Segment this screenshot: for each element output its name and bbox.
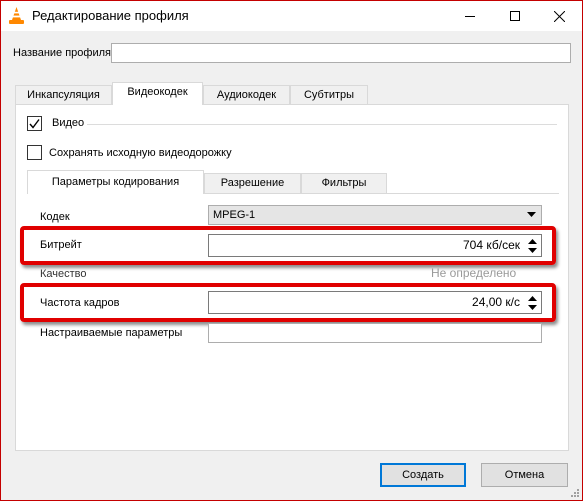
video-checkbox-label: Видео <box>52 117 85 129</box>
resize-grip-icon[interactable] <box>570 488 580 498</box>
minimize-icon <box>465 16 475 17</box>
custom-params-input[interactable] <box>208 323 542 343</box>
subtab-encoding-params[interactable]: Параметры кодирования <box>27 170 204 194</box>
bitrate-highlight-frame <box>20 226 556 265</box>
codec-select[interactable]: MPEG-1 <box>208 205 542 225</box>
profile-editor-window: Редактирование профиля Название профиля … <box>0 0 583 501</box>
window-title: Редактирование профиля <box>32 8 189 23</box>
maximize-button[interactable] <box>493 1 537 31</box>
keep-original-checkbox[interactable] <box>27 145 42 160</box>
close-icon <box>553 10 565 22</box>
close-button[interactable] <box>537 1 581 31</box>
quality-label: Качество <box>40 268 87 280</box>
video-checkbox[interactable] <box>27 116 42 131</box>
cancel-button[interactable]: Отмена <box>481 463 568 487</box>
vlc-cone-icon <box>9 7 24 24</box>
tab-video-codec[interactable]: Видеокодек <box>112 82 203 105</box>
keep-original-label: Сохранять исходную видеодорожку <box>49 147 232 159</box>
framerate-highlight-frame <box>20 283 556 322</box>
profile-name-label: Название профиля <box>13 47 111 59</box>
group-divider <box>87 124 557 125</box>
title-bar: Редактирование профиля <box>1 1 582 31</box>
profile-name-input[interactable] <box>111 43 571 63</box>
chevron-down-icon <box>527 212 536 217</box>
subtab-filters[interactable]: Фильтры <box>301 173 387 193</box>
tab-subtitles[interactable]: Субтитры <box>290 85 368 105</box>
create-button[interactable]: Создать <box>380 463 466 487</box>
tab-audio-codec[interactable]: Аудиокодек <box>203 85 290 105</box>
subtab-resolution[interactable]: Разрешение <box>204 173 301 193</box>
maximize-icon <box>510 11 520 21</box>
quality-value: Не определено <box>431 266 517 280</box>
tab-encapsulation[interactable]: Инкапсуляция <box>15 85 112 105</box>
codec-value: MPEG-1 <box>213 209 256 221</box>
codec-label: Кодек <box>40 211 70 223</box>
custom-params-label: Настраиваемые параметры <box>40 327 183 339</box>
minimize-button[interactable] <box>448 1 492 31</box>
checkmark-icon <box>29 119 40 129</box>
